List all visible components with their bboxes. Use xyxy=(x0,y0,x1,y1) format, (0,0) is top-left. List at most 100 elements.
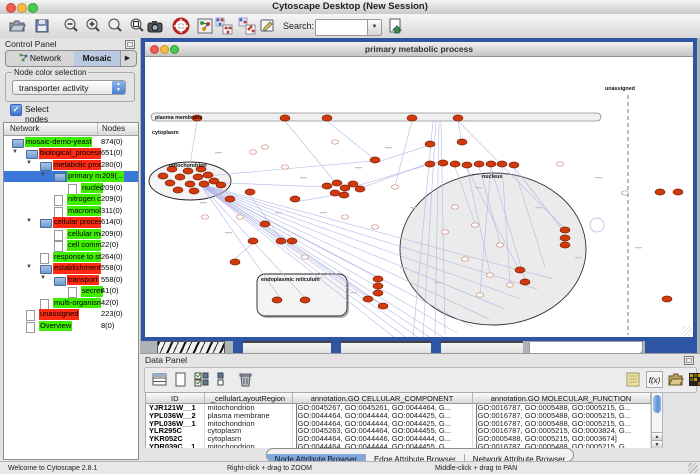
network-node-unselected[interactable] xyxy=(202,215,209,219)
attribute-table[interactable]: ID_cellularLayoutRegionannotation.GO CEL… xyxy=(146,393,651,451)
save-session-icon[interactable] xyxy=(33,17,51,35)
open-file-icon[interactable] xyxy=(8,17,26,35)
new-attribute-icon[interactable] xyxy=(172,371,189,388)
network-node-unselected[interactable] xyxy=(372,225,379,229)
tree-row-cellular-process[interactable]: ▼cellular process614(0) xyxy=(4,217,138,229)
unselect-attributes-icon[interactable] xyxy=(214,371,231,388)
region-plasma-membrane[interactable] xyxy=(151,113,601,121)
network-node[interactable] xyxy=(245,189,255,195)
tree-row-overview[interactable]: Overview8(0) xyxy=(4,320,138,332)
table-cell[interactable]: YPL036W__2 xyxy=(146,412,204,420)
annotation-icon[interactable] xyxy=(258,17,276,35)
network-node[interactable] xyxy=(185,181,195,187)
tree-expand-icon[interactable]: ▼ xyxy=(40,273,46,285)
network-node-unselected[interactable] xyxy=(392,185,399,189)
float-panel-icon[interactable] xyxy=(125,40,135,49)
tree-row-nitrogen-compo[interactable]: nitrogen compo209(0) xyxy=(4,194,138,206)
network-edge[interactable] xyxy=(235,243,253,259)
tree-row-biological-process[interactable]: ▼biological_process651(0) xyxy=(4,148,138,160)
network-node[interactable] xyxy=(370,157,380,163)
attribute-table-icon[interactable] xyxy=(151,371,168,388)
network-node-unselected[interactable] xyxy=(442,230,449,234)
self-loop-edge[interactable] xyxy=(590,218,604,232)
network-node[interactable] xyxy=(193,174,203,180)
title-bar[interactable]: Cytoscape Desktop (New Session) xyxy=(0,0,700,15)
network-node[interactable] xyxy=(378,303,388,309)
network-node-unselected[interactable] xyxy=(452,205,459,209)
matrix-icon[interactable] xyxy=(625,371,642,388)
network-node-unselected[interactable] xyxy=(472,223,479,227)
network-node[interactable] xyxy=(290,196,300,202)
table-cell[interactable]: [GO:0045263, GO:0044464, GO:0044455, G..… xyxy=(292,427,472,435)
table-cell[interactable]: cytoplasm xyxy=(204,435,292,443)
network-node[interactable] xyxy=(425,161,435,167)
tab-network[interactable]: Network xyxy=(6,51,75,66)
network-node[interactable] xyxy=(276,238,286,244)
region-nucleus[interactable] xyxy=(400,173,586,325)
table-cell[interactable]: [GO:0005488, GO:0005215, GO:0003674] xyxy=(472,435,650,443)
network-node[interactable] xyxy=(515,267,525,273)
zoom-in-icon[interactable] xyxy=(84,17,102,35)
network-node-unselected[interactable] xyxy=(477,293,484,297)
network-node[interactable] xyxy=(520,279,530,285)
tree-row-nucleobase-[interactable]: nucleobase-209(0) xyxy=(4,182,138,194)
network-node-unselected[interactable] xyxy=(507,283,514,287)
network-node-unselected[interactable] xyxy=(302,255,309,259)
network-node[interactable] xyxy=(560,235,570,241)
network-node-unselected[interactable] xyxy=(342,215,349,219)
network-edge[interactable] xyxy=(295,195,335,202)
network-node[interactable] xyxy=(655,189,665,195)
table-cell[interactable]: YLR295C xyxy=(146,427,204,435)
network-node-unselected[interactable] xyxy=(332,140,339,144)
tree-row-cell-communicat[interactable]: cell communicat22(0) xyxy=(4,240,138,252)
network-node[interactable] xyxy=(300,297,310,303)
tree-row-transport[interactable]: ▼transport558(0) xyxy=(4,274,138,286)
network-node-unselected[interactable] xyxy=(250,150,257,154)
table-column-header[interactable]: ID xyxy=(146,393,204,404)
table-cell[interactable]: [GO:0044464, GO:0044444, GO:0044425, G..… xyxy=(292,420,472,428)
network-node[interactable] xyxy=(216,182,226,188)
network-edge[interactable] xyxy=(285,121,335,182)
zoom-selected-icon[interactable] xyxy=(128,17,146,35)
network-edge[interactable] xyxy=(190,121,197,165)
table-cell[interactable]: [GO:0016787, GO:0005215, GO:0003824, G..… xyxy=(472,427,650,435)
vizmapper-icon[interactable] xyxy=(196,17,214,35)
network-node[interactable] xyxy=(248,238,258,244)
tab-mosaic[interactable]: Mosaic xyxy=(74,51,121,66)
snapshot-camera-icon[interactable] xyxy=(146,17,164,35)
table-cell[interactable]: plasma membrane xyxy=(204,412,292,420)
network-node[interactable] xyxy=(560,242,570,248)
table-cell[interactable]: mitochondrion xyxy=(204,404,292,412)
network-node-unselected[interactable] xyxy=(557,162,564,166)
network-node[interactable] xyxy=(560,227,570,233)
network-node[interactable] xyxy=(322,183,332,189)
tree-header[interactable]: Network Nodes xyxy=(4,123,138,136)
tree-row-multi-organism-pro[interactable]: multi-organism pro42(0) xyxy=(4,297,138,309)
zoom-out-icon[interactable] xyxy=(62,17,80,35)
tree-expand-icon[interactable]: ▼ xyxy=(40,170,46,182)
network-node[interactable] xyxy=(355,186,365,192)
network-node[interactable] xyxy=(225,196,235,202)
network-node[interactable] xyxy=(425,141,435,147)
table-cell[interactable]: YJR121W__1 xyxy=(146,404,204,412)
table-cell[interactable]: [GO:0016787, GO:0005488, GO:0005215, G..… xyxy=(472,412,650,420)
network-resize-grip[interactable] xyxy=(682,326,692,336)
table-row[interactable]: YJR121W__1mitochondrion[GO:0045267, GO:0… xyxy=(146,404,650,412)
network-node[interactable] xyxy=(450,161,460,167)
network-node[interactable] xyxy=(348,181,358,187)
network-node[interactable] xyxy=(407,115,417,121)
network-node-unselected[interactable] xyxy=(487,273,494,277)
network-node[interactable] xyxy=(486,161,496,167)
network-node[interactable] xyxy=(373,276,383,282)
float-panel-icon[interactable] xyxy=(684,356,694,365)
import-attributes-icon[interactable] xyxy=(386,17,404,35)
table-cell[interactable]: [GO:0016787, GO:0005488, GO:0005215, G..… xyxy=(472,420,650,428)
network-node[interactable] xyxy=(203,172,213,178)
network-node[interactable] xyxy=(457,139,467,145)
table-cell[interactable]: mitochondrion xyxy=(204,420,292,428)
help-lifering-icon[interactable] xyxy=(172,17,190,35)
network-node[interactable] xyxy=(260,221,270,227)
network-graph[interactable]: plasma membranecytoplasmmitochondrionnuc… xyxy=(145,57,693,337)
network-node-unselected[interactable] xyxy=(497,243,504,247)
apply-layout-icon[interactable] xyxy=(238,17,256,35)
